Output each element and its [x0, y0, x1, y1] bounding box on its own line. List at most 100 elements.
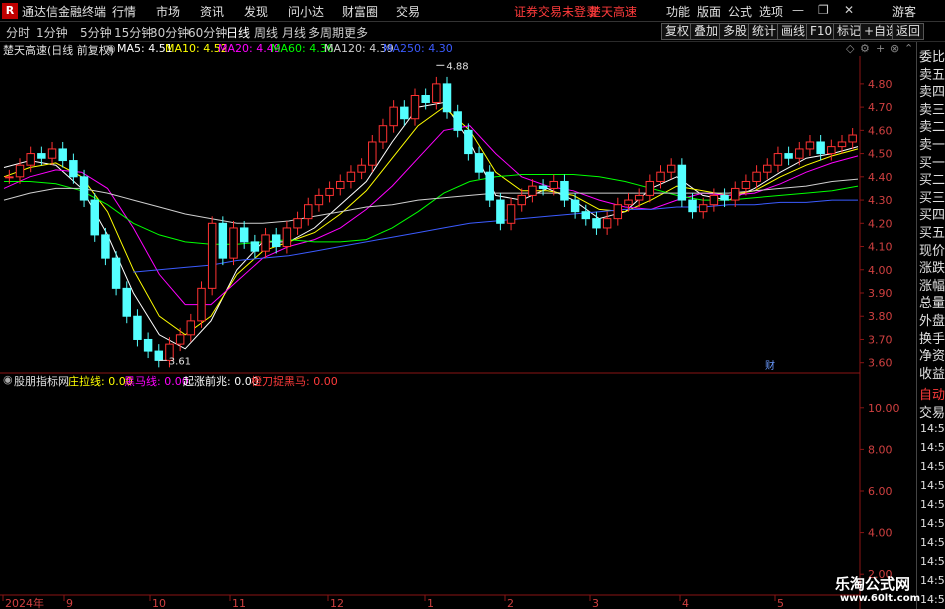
- ma250-label: MA250: 4.30: [383, 42, 453, 55]
- candle-body-22: [239, 227, 249, 243]
- period-5min[interactable]: 5分钟: [80, 24, 112, 41]
- huaxian-button[interactable]: 画线: [777, 23, 810, 40]
- close-panel-icon[interactable]: ⊗: [890, 42, 899, 55]
- sub-y-tick-label-1: 8.00: [868, 443, 893, 456]
- period-15min[interactable]: 15分钟: [114, 24, 153, 41]
- period-more[interactable]: 更多: [344, 24, 368, 41]
- period-daily[interactable]: 日线: [226, 24, 250, 41]
- menu-gongshi[interactable]: 公式: [728, 3, 752, 20]
- candle-body-65: [698, 204, 708, 213]
- settings-icon[interactable]: ⚙: [860, 42, 870, 55]
- diamond-icon[interactable]: ◇: [846, 42, 854, 55]
- candle-body-77: [827, 146, 836, 155]
- candle-body-27: [293, 218, 302, 229]
- menu-wenxiaoda[interactable]: 问小达: [288, 3, 324, 20]
- candle-body-63: [677, 164, 687, 201]
- y-tick-label-9: 3.90: [868, 287, 893, 300]
- y-tick-label-1: 4.70: [868, 101, 893, 114]
- candle-body-50: [538, 185, 548, 189]
- diejia-button[interactable]: 叠加: [690, 23, 723, 40]
- menu-xuanxiang[interactable]: 选项: [759, 3, 783, 20]
- candle-body-51: [549, 180, 558, 189]
- side-time-4: 14:56: [920, 498, 945, 511]
- period-monthly[interactable]: 月线: [282, 24, 306, 41]
- candle-body-8: [90, 199, 99, 236]
- back-button[interactable]: 返回: [892, 23, 925, 40]
- side-time-3: 14:56: [920, 479, 945, 492]
- tongji-button[interactable]: 统计: [748, 23, 781, 40]
- side-label-2: 卖四: [919, 85, 945, 101]
- y-tick-label-3: 4.50: [868, 148, 893, 161]
- menu-caifuquan[interactable]: 财富圈: [342, 3, 378, 20]
- restore-icon[interactable]: ❐: [818, 3, 829, 17]
- duogu-button[interactable]: 多股: [719, 23, 752, 40]
- chart-title: 楚天高速(日线 前复权): [3, 44, 115, 57]
- period-fenshi[interactable]: 分时: [6, 24, 30, 41]
- side-time-9: 14:56: [920, 593, 945, 606]
- candle-body-7: [79, 176, 89, 201]
- fuquan-button[interactable]: 复权: [661, 23, 694, 40]
- menu-faxian[interactable]: 发现: [244, 3, 268, 20]
- indicator-title[interactable]: 股朋指标网: [14, 373, 69, 389]
- guest-label[interactable]: 游客: [892, 3, 916, 20]
- period-weekly[interactable]: 周线: [254, 24, 278, 41]
- side-label-4: 卖二: [919, 120, 945, 136]
- header-toggle-icon[interactable]: ◉: [106, 42, 116, 55]
- kline-chart[interactable]: 4.80 4.70 4.60 4.50 4.40 4.30 4.20 4.10 4.00 3.90…: [0, 42, 916, 609]
- candle-body-35: [378, 125, 388, 143]
- indicator-zhuanglaxian: 庄拉线: 0.00: [68, 375, 133, 388]
- candle-body-18: [197, 287, 206, 322]
- menu-shichang[interactable]: 市场: [156, 3, 180, 20]
- menu-zixun[interactable]: 资讯: [200, 3, 224, 20]
- f10-button[interactable]: F10: [806, 23, 837, 40]
- candle-body-41: [442, 83, 452, 113]
- candle-body-13: [143, 338, 153, 352]
- candle-body-73: [784, 153, 793, 159]
- arrow-up-icon[interactable]: ⌃: [904, 42, 913, 55]
- menu-banmian[interactable]: 版面: [697, 3, 721, 20]
- candle-body-67: [720, 194, 729, 201]
- menu-gongneng[interactable]: 功能: [666, 3, 690, 20]
- candle-body-29: [314, 194, 324, 206]
- candle-body-37: [400, 106, 409, 120]
- period-60min[interactable]: 60分钟: [188, 24, 227, 41]
- candle-body-47: [506, 204, 516, 224]
- trade-label[interactable]: 交易: [919, 402, 945, 421]
- menu-hangqing[interactable]: 行情: [112, 3, 136, 20]
- candle-body-28: [304, 204, 313, 220]
- expand-icon[interactable]: +: [876, 42, 885, 55]
- side-label-15: 外盘: [919, 314, 945, 329]
- y-tick-label-12: 3.60: [868, 357, 893, 370]
- candle-body-48: [517, 194, 526, 206]
- candle-body-36: [389, 106, 398, 127]
- close-icon[interactable]: ✕: [844, 3, 854, 17]
- period-multi[interactable]: 多周期: [308, 24, 344, 41]
- side-label-9: 买四: [919, 208, 945, 224]
- candle-body-43: [464, 129, 473, 155]
- candle-body-30: [325, 187, 334, 196]
- candle-body-31: [336, 180, 345, 189]
- auto-label[interactable]: 自动: [919, 384, 945, 403]
- x-label-4: 12: [330, 597, 344, 609]
- trade-login-notice[interactable]: 证券交易未登录: [514, 3, 598, 20]
- indicator-header: ◉ 股朋指标网 庄拉线: 0.00 黑马线: 0.00 起涨前兆: 0.00 橙…: [0, 373, 916, 389]
- candle-body-21: [229, 227, 238, 259]
- candle-body-49: [528, 185, 537, 196]
- y-tick-label-7: 4.10: [868, 241, 893, 254]
- ma-line-ma60: [4, 174, 859, 245]
- candle-body-20: [218, 222, 228, 259]
- period-1min[interactable]: 1分钟: [36, 24, 68, 41]
- candle-body-17: [186, 320, 196, 336]
- candle-body-76: [816, 141, 825, 155]
- candle-body-23: [250, 241, 260, 252]
- candle-body-69: [741, 180, 751, 189]
- indicator-qizhangqianzhao: 起涨前兆: 0.00: [183, 375, 259, 388]
- minimize-icon[interactable]: —: [792, 3, 804, 17]
- indicator-toggle-icon[interactable]: ◉: [3, 373, 13, 386]
- period-30min[interactable]: 30分钟: [150, 24, 189, 41]
- watermark-url: www.60lt.com: [840, 593, 921, 604]
- menu-bar: R 通达信金融终端 行情 市场 资讯 发现 问小达 财富圈 交易 证券交易未登录…: [0, 0, 945, 22]
- candle-body-66: [709, 194, 719, 206]
- menu-jiaoyi[interactable]: 交易: [396, 3, 420, 20]
- sub-y-tick-label-0: 10.00: [868, 402, 900, 415]
